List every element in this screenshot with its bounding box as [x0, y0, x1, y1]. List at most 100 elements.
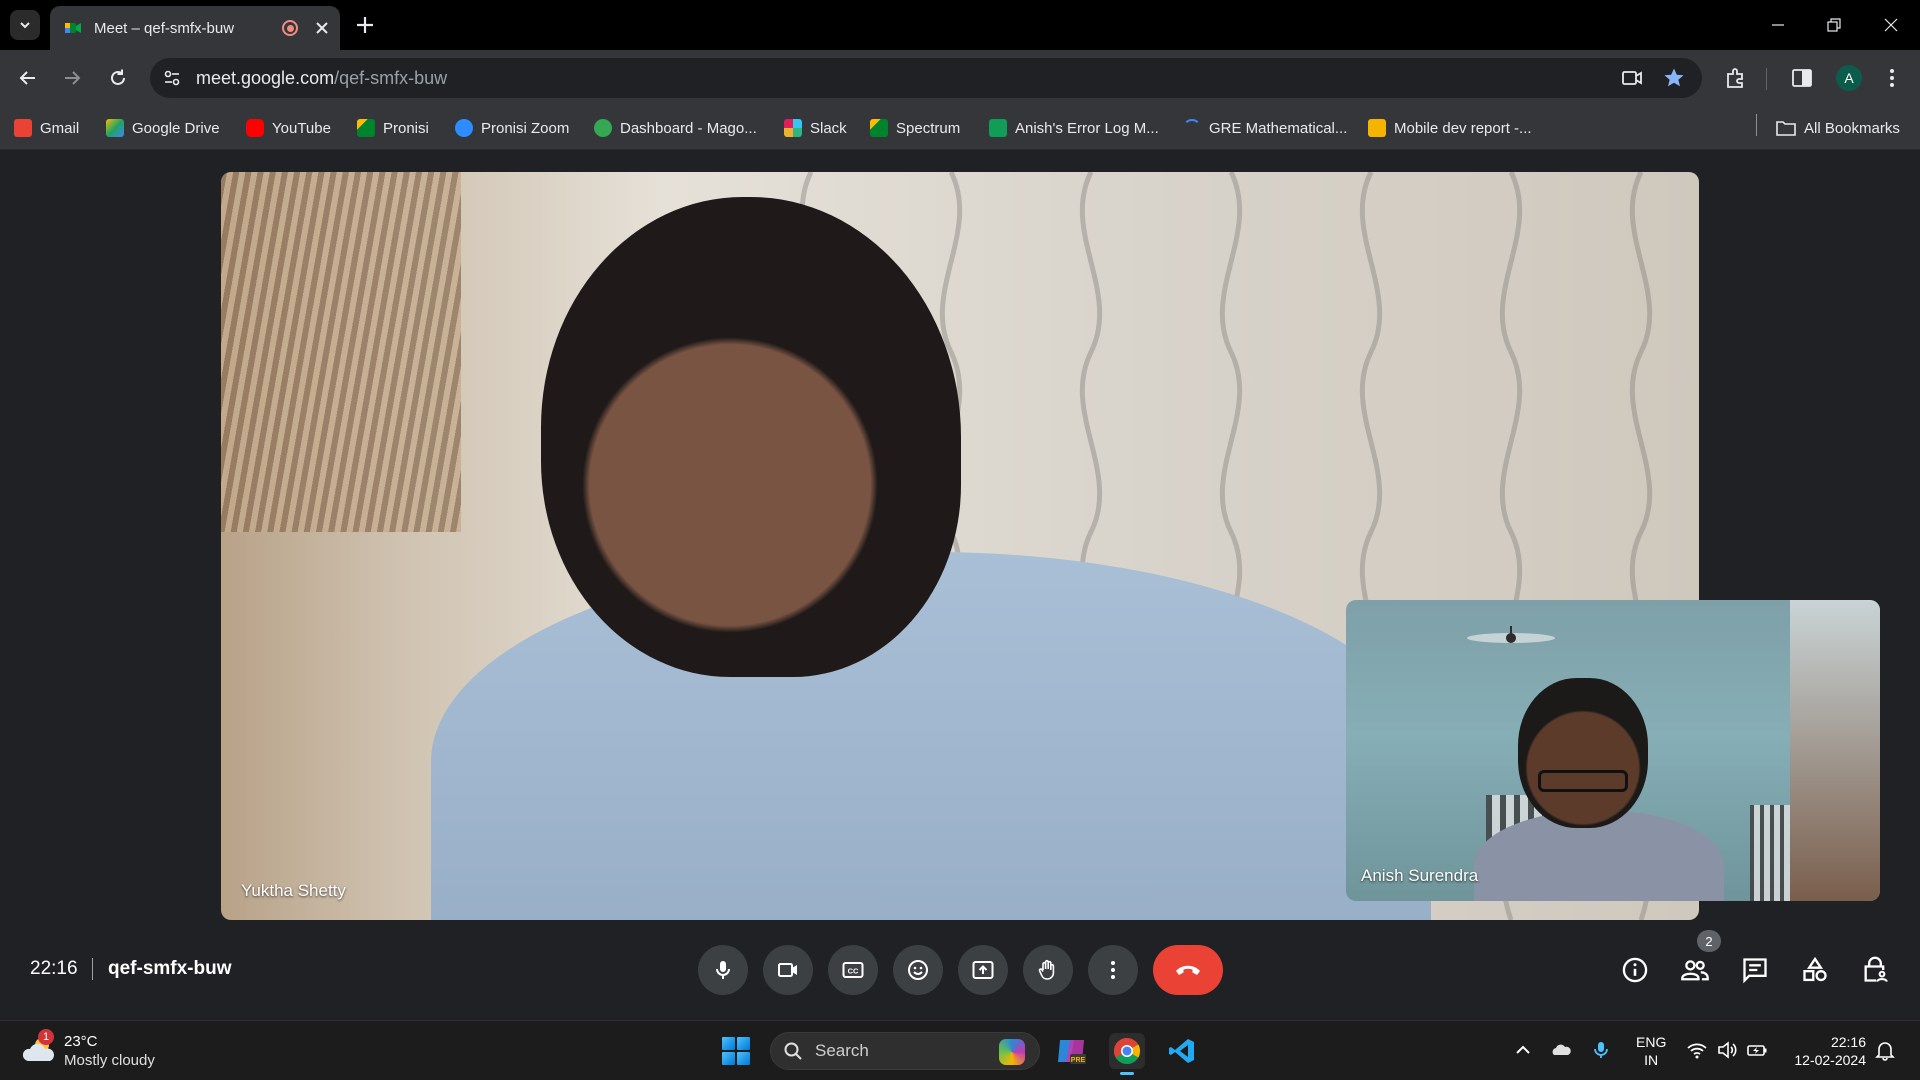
bookmark-mobile-dev[interactable]: Mobile dev report -...	[1368, 116, 1532, 140]
wifi-icon[interactable]	[1686, 1039, 1708, 1061]
meeting-clock: 22:16	[30, 958, 78, 979]
back-button[interactable]	[12, 62, 44, 94]
more-vert-icon[interactable]	[1880, 66, 1904, 90]
gmail-icon	[14, 119, 32, 137]
volume-icon[interactable]	[1716, 1039, 1738, 1061]
profile-avatar[interactable]: A	[1836, 65, 1862, 91]
google-drive-icon	[106, 119, 124, 137]
side-panel-icon[interactable]	[1790, 66, 1814, 90]
url-path: /qef-smfx-buw	[334, 67, 448, 88]
tab-search-button[interactable]	[10, 10, 40, 40]
meet-icon	[357, 119, 375, 137]
present-screen-button[interactable]	[958, 945, 1008, 995]
start-button[interactable]	[722, 1037, 750, 1065]
forward-button[interactable]	[56, 62, 88, 94]
onedrive-icon[interactable]	[1550, 1039, 1572, 1061]
dashboard-icon	[594, 119, 612, 137]
glasses	[1538, 770, 1628, 792]
bookmark-slack[interactable]: Slack	[784, 116, 847, 140]
chevron-down-icon	[20, 22, 30, 29]
bookmark-gre[interactable]: GRE Mathematical...	[1183, 116, 1347, 140]
bookmark-pronisi[interactable]: Pronisi	[357, 116, 429, 140]
vscode-icon	[1169, 1039, 1194, 1063]
host-controls-button[interactable]	[1860, 955, 1890, 985]
camera-in-use-icon[interactable]	[1620, 66, 1644, 90]
bookmark-label: Pronisi	[383, 119, 429, 137]
bookmark-error-log[interactable]: Anish's Error Log M...	[989, 116, 1159, 140]
ceiling-fan	[1467, 626, 1555, 643]
bookmark-dashboard[interactable]: Dashboard - Mago...	[594, 116, 757, 140]
raise-hand-button[interactable]	[1023, 945, 1073, 995]
chat-button[interactable]	[1740, 955, 1770, 985]
wall-hanging	[221, 172, 461, 532]
captions-button[interactable]: CC	[828, 945, 878, 995]
leave-call-button[interactable]	[1153, 945, 1223, 995]
copilot-icon[interactable]	[999, 1039, 1025, 1065]
bookmark-youtube[interactable]: YouTube	[246, 116, 331, 140]
taskbar-app-vscode[interactable]	[1164, 1033, 1200, 1069]
bookmarks-bar: Gmail Google Drive YouTube Pronisi Proni…	[0, 106, 1920, 150]
recording-indicator-icon	[282, 20, 298, 36]
microphone-icon	[716, 961, 730, 979]
restore-button[interactable]	[1814, 8, 1854, 42]
tab-strip: Meet – qef-smfx-buw	[0, 0, 1920, 50]
site-info-icon[interactable]	[160, 66, 184, 90]
bookmark-label: Slack	[810, 119, 847, 137]
close-icon[interactable]	[314, 20, 330, 36]
microphone-in-use-icon[interactable]	[1590, 1039, 1612, 1061]
reload-icon	[111, 69, 125, 85]
sheets-icon	[989, 119, 1007, 137]
meet-stage: ••• Yuktha Shetty Anish Surendra	[0, 151, 1920, 1020]
people-button[interactable]	[1680, 955, 1710, 985]
slides-icon	[1368, 119, 1386, 137]
taskbar-app-chrome[interactable]	[1109, 1033, 1145, 1075]
bookmark-google-drive[interactable]: Google Drive	[106, 116, 220, 140]
zoom-icon	[455, 119, 473, 137]
present-to-all-icon	[972, 961, 994, 979]
new-tab-icon[interactable]	[352, 12, 378, 38]
bookmark-label: Gmail	[40, 119, 80, 137]
microphone-button[interactable]	[698, 945, 748, 995]
weather-condition: Mostly cloudy	[64, 1052, 155, 1069]
chrome-icon	[1113, 1037, 1141, 1065]
show-hidden-icons-icon[interactable]	[1512, 1039, 1534, 1061]
input-language[interactable]: ENG IN	[1636, 1033, 1666, 1069]
extensions-icon[interactable]	[1724, 66, 1748, 90]
bookmark-label: Anish's Error Log M...	[1015, 119, 1159, 137]
bookmark-gmail[interactable]: Gmail	[14, 116, 79, 140]
bookmark-label: GRE Mathematical...	[1209, 119, 1348, 137]
more-options-button[interactable]	[1088, 945, 1138, 995]
clock-divider	[92, 958, 93, 980]
system-clock[interactable]: 22:16 12-02-2024	[1794, 1033, 1866, 1069]
reactions-button[interactable]	[893, 945, 943, 995]
minimize-button[interactable]	[1758, 8, 1798, 42]
all-bookmarks-button[interactable]: All Bookmarks	[1776, 116, 1900, 140]
bookmark-star-icon[interactable]	[1662, 66, 1686, 90]
search-icon	[784, 1042, 802, 1060]
bookmark-label: Mobile dev report -...	[1394, 119, 1532, 137]
minimize-icon	[1772, 24, 1784, 26]
taskbar-app-copilot-preview[interactable]: PRE	[1054, 1033, 1090, 1069]
meet-icon	[65, 23, 81, 33]
bookmark-label: Google Drive	[132, 119, 220, 137]
reload-button[interactable]	[102, 62, 134, 94]
url-host: meet.google.com	[196, 67, 335, 88]
tab-meet[interactable]: Meet – qef-smfx-buw	[50, 6, 340, 50]
notification-bell-icon[interactable]	[1874, 1039, 1896, 1061]
meeting-details-button[interactable]	[1620, 955, 1650, 985]
wall	[1790, 600, 1880, 901]
browser-toolbar: meet.google.com/qef-smfx-buw A	[0, 50, 1920, 106]
address-bar[interactable]: meet.google.com/qef-smfx-buw	[150, 58, 1702, 98]
activities-button[interactable]	[1800, 955, 1830, 985]
taskbar-search[interactable]: Search	[770, 1032, 1040, 1070]
battery-charging-icon[interactable]	[1746, 1039, 1768, 1061]
bookmark-label: Spectrum	[896, 119, 961, 137]
close-window-button[interactable]	[1871, 8, 1911, 42]
self-view-video[interactable]: Anish Surendra	[1346, 600, 1880, 901]
camera-button[interactable]	[763, 945, 813, 995]
search-placeholder: Search	[815, 1041, 869, 1060]
bookmark-spectrum[interactable]: Spectrum	[870, 116, 960, 140]
system-date: 12-02-2024	[1794, 1052, 1866, 1068]
bookmark-pronisi-zoom[interactable]: Pronisi Zoom	[455, 116, 569, 140]
self-participant-name: Anish Surendra	[1361, 866, 1479, 885]
